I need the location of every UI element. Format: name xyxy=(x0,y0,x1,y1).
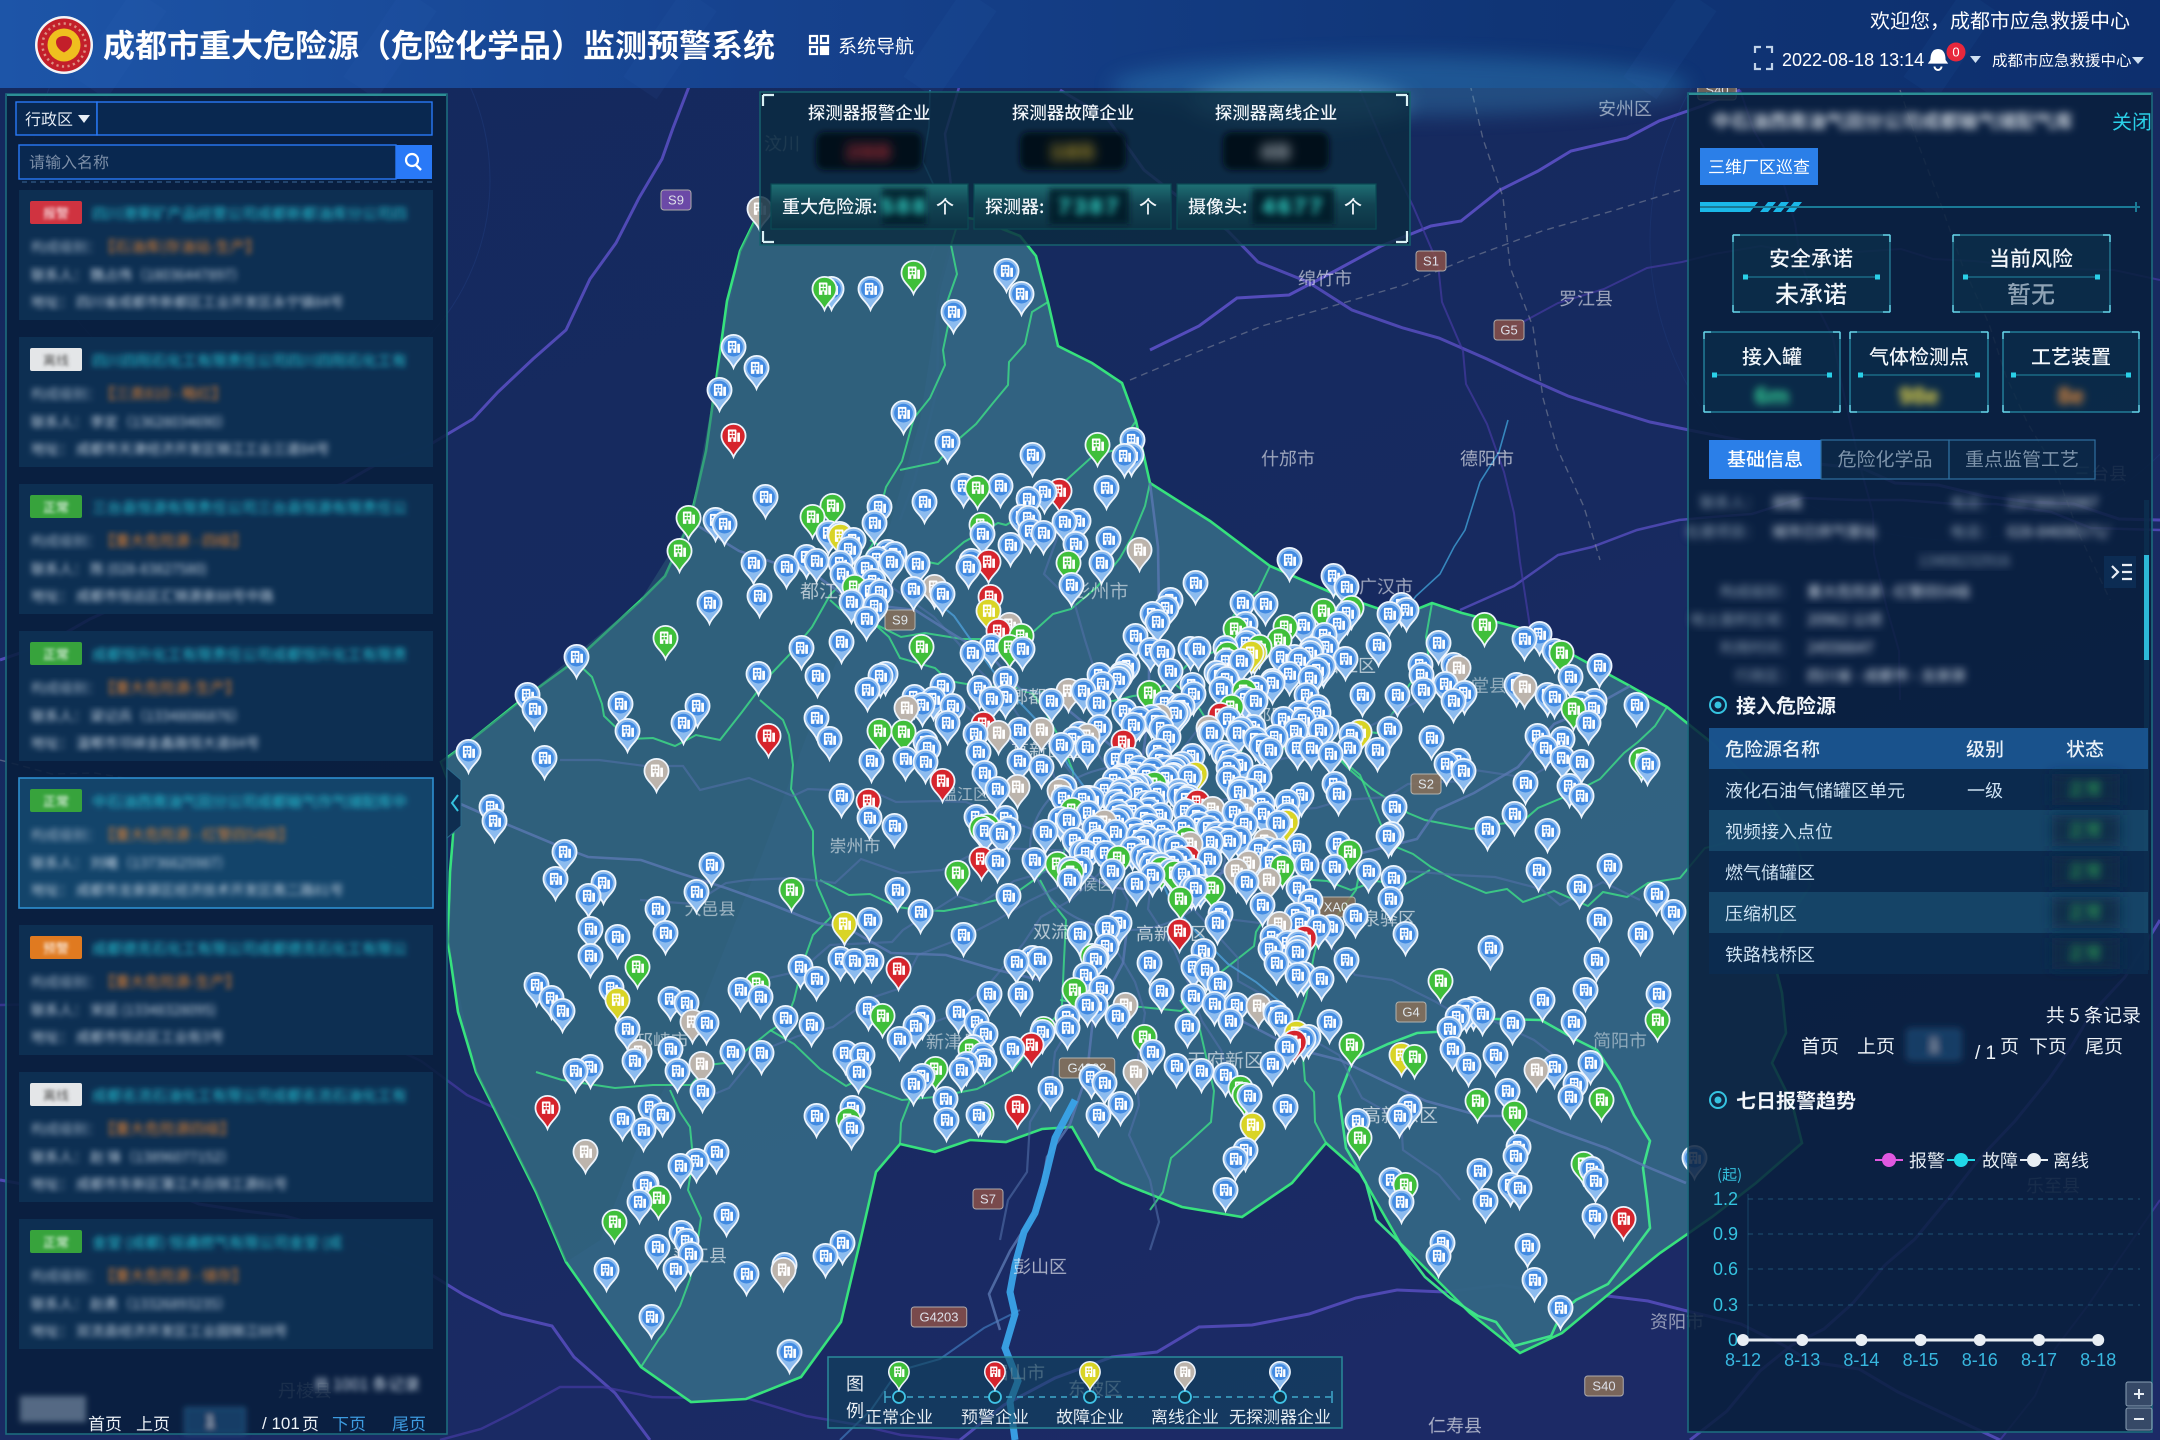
svg-text:8-16: 8-16 xyxy=(1962,1350,1998,1370)
svg-text:/ 1: / 1 xyxy=(1975,1043,1996,1064)
svg-text:8-17: 8-17 xyxy=(2021,1350,2057,1370)
svg-text:8-18: 8-18 xyxy=(2080,1350,2116,1370)
svg-text:4677: 4677 xyxy=(1262,195,1325,221)
svg-text:8-13: 8-13 xyxy=(1784,1350,1820,1370)
svg-text:S9: S9 xyxy=(892,613,908,628)
svg-text:588: 588 xyxy=(880,195,927,221)
svg-text:G4: G4 xyxy=(1402,1005,1419,1020)
svg-text:6m: 6m xyxy=(1755,383,1790,410)
svg-text:S7: S7 xyxy=(980,1192,996,1207)
svg-text:98e: 98e xyxy=(1899,383,1939,410)
svg-text:G4203: G4203 xyxy=(919,1310,958,1325)
svg-text:G5: G5 xyxy=(1500,323,1517,338)
svg-text:/ 101: / 101 xyxy=(262,1414,300,1433)
svg-text:8-15: 8-15 xyxy=(1903,1350,1939,1370)
svg-text:8e: 8e xyxy=(2058,383,2085,410)
svg-text:7387: 7387 xyxy=(1058,195,1121,221)
svg-text:0.3: 0.3 xyxy=(1713,1295,1738,1315)
svg-text:268: 268 xyxy=(846,141,892,166)
svg-text:0: 0 xyxy=(1952,45,1959,60)
svg-text:0.6: 0.6 xyxy=(1713,1259,1738,1279)
svg-text:2022-08-18 13:14: 2022-08-18 13:14 xyxy=(1782,50,1924,70)
svg-text:165: 165 xyxy=(1050,141,1096,166)
svg-text:0: 0 xyxy=(1728,1330,1738,1350)
svg-text:S9: S9 xyxy=(668,193,684,208)
svg-text:8-12: 8-12 xyxy=(1725,1350,1761,1370)
svg-text:0.9: 0.9 xyxy=(1713,1224,1738,1244)
svg-text:S2: S2 xyxy=(1418,777,1434,792)
svg-text:49: 49 xyxy=(1261,141,1291,166)
svg-text:S1: S1 xyxy=(1423,254,1439,269)
svg-text:8-14: 8-14 xyxy=(1843,1350,1879,1370)
svg-text:1.2: 1.2 xyxy=(1713,1189,1738,1209)
svg-text:S40: S40 xyxy=(1592,1379,1615,1394)
